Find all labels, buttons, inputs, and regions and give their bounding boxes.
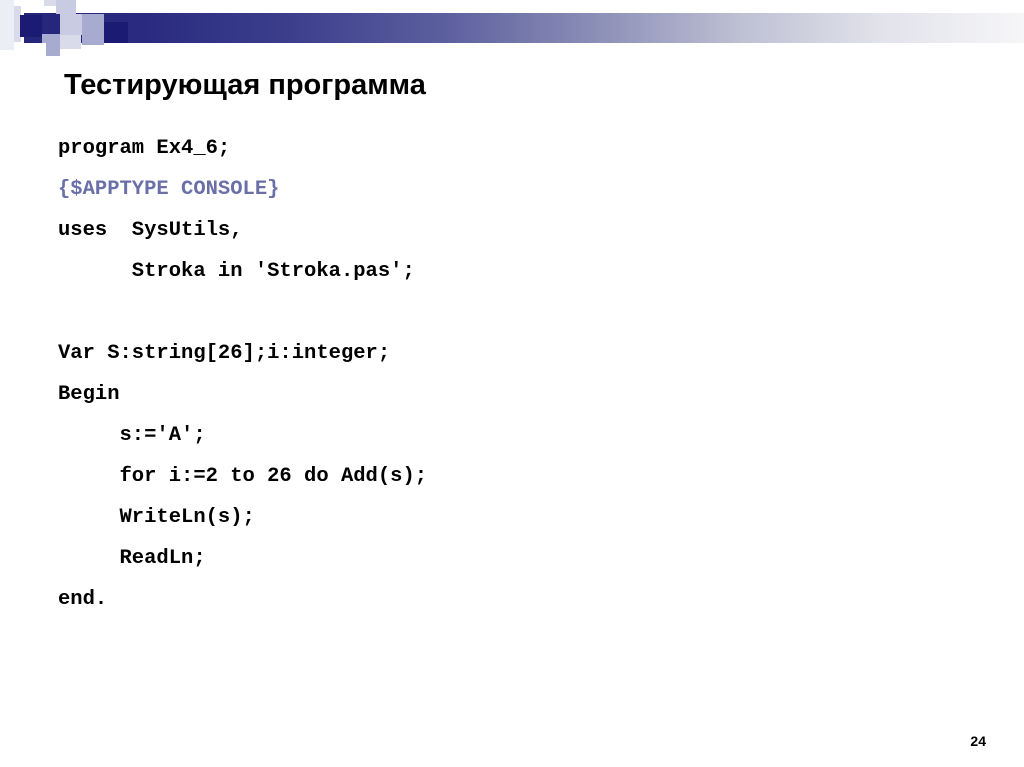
code-line: end.	[58, 588, 108, 611]
decorative-square	[46, 43, 60, 56]
header-gradient-bar	[24, 13, 1024, 43]
header-decoration	[0, 0, 1024, 56]
decorative-square	[60, 14, 82, 35]
decorative-square	[0, 0, 14, 50]
decorative-square	[82, 14, 104, 35]
code-line: program Ex4_6;	[58, 137, 231, 160]
decorative-square	[82, 35, 104, 45]
decorative-square-navy	[104, 22, 128, 43]
code-line: ReadLn;	[58, 547, 206, 570]
code-line: uses SysUtils,	[58, 219, 243, 242]
code-line: Var S:string[26];i:integer;	[58, 342, 391, 365]
code-line: {$APPTYPE CONSOLE}	[58, 178, 280, 201]
code-line: WriteLn(s);	[58, 506, 255, 529]
code-line: s:='A';	[58, 424, 206, 447]
decorative-square-navy	[20, 15, 42, 37]
page-number: 24	[970, 733, 986, 749]
code-line: for i:=2 to 26 do Add(s);	[58, 465, 428, 488]
code-listing: program Ex4_6; {$APPTYPE CONSOLE} uses Sys…	[58, 128, 958, 620]
code-line: Stroka in 'Stroka.pas';	[58, 260, 415, 283]
page-title: Тестирующая программа	[64, 69, 426, 102]
decorative-square	[60, 35, 81, 49]
code-line: Begin	[58, 383, 120, 406]
decorative-square	[56, 0, 76, 14]
decorative-square	[44, 0, 56, 6]
